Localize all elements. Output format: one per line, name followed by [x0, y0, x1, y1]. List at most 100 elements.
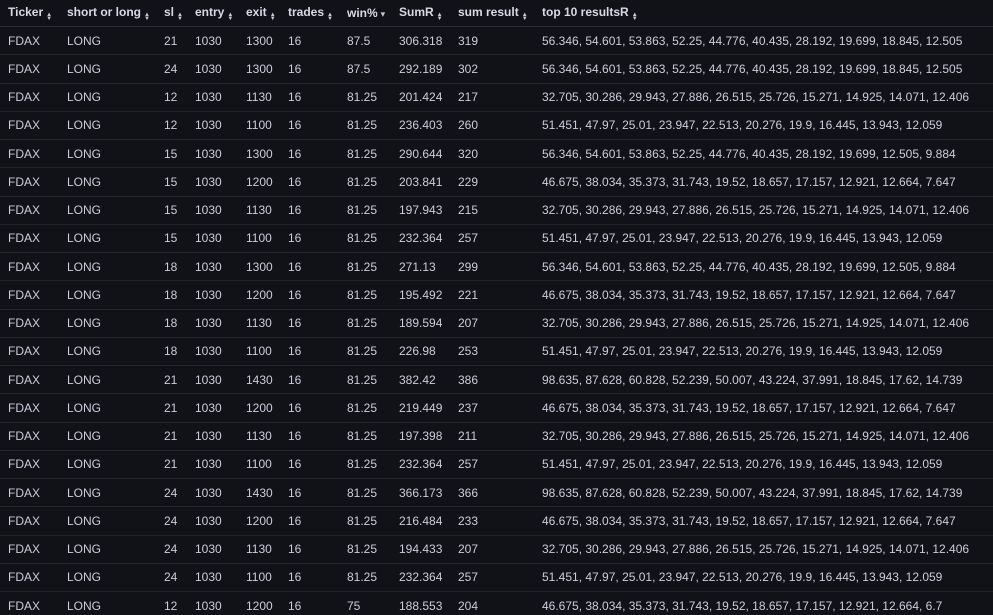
cell-entry: 1030: [187, 563, 238, 593]
table-row: FDAX LONG 15 1030 1300 16 81.25 290.644 320 56.34…: [0, 139, 993, 169]
sort-down-arrow-icon: ▼: [46, 16, 53, 22]
cell-top-10-resultsr: 51.451, 47.97, 25.01, 23.947, 22.513, 20…: [534, 450, 993, 480]
cell-top-10-resultsr: 98.635, 87.628, 60.828, 52.239, 50.007, …: [534, 365, 993, 395]
column-header-top-10-resultsr[interactable]: top 10 resultsR ▲ ▼: [534, 0, 993, 27]
cell-ticker: FDAX: [0, 506, 59, 536]
cell-short-or-long: LONG: [59, 252, 156, 282]
column-header-short-or-long[interactable]: short or long ▲ ▼: [59, 0, 156, 27]
cell-win: 81.25: [339, 83, 391, 112]
cell-sum-result: 257: [450, 224, 534, 254]
column-header-entry[interactable]: entry ▲ ▼: [187, 0, 238, 27]
table-row: FDAX LONG 18 1030 1300 16 81.25 271.13 299 56.346…: [0, 252, 993, 282]
sort-down-arrow-icon: ▼: [144, 16, 150, 22]
cell-short-or-long: LONG: [59, 111, 156, 141]
cell-entry: 1030: [187, 393, 238, 423]
cell-ticker: FDAX: [0, 337, 59, 367]
cell-exit: 1200: [238, 393, 280, 423]
sort-down-arrow-icon: ▼: [521, 16, 528, 22]
table-row: FDAX LONG 24 1030 1100 16 81.25 232.364 257 51.45…: [0, 563, 993, 593]
cell-sum-result: 207: [450, 535, 534, 564]
cell-sumr: 195.492: [391, 280, 450, 310]
cell-ticker: FDAX: [0, 563, 59, 593]
cell-win: 81.25: [339, 422, 391, 451]
cell-entry: 1030: [187, 506, 238, 536]
cell-short-or-long: LONG: [59, 563, 156, 593]
cell-trades: 16: [280, 535, 339, 564]
table-row: FDAX LONG 12 1030 1200 16 75 188.553 204 46.675, …: [0, 591, 993, 615]
cell-exit: 1100: [238, 337, 280, 367]
cell-win: 81.25: [339, 252, 391, 282]
cell-trades: 16: [280, 111, 339, 141]
cell-entry: 1030: [187, 83, 238, 112]
cell-win: 81.25: [339, 224, 391, 254]
cell-short-or-long: LONG: [59, 337, 156, 367]
cell-sumr: 189.594: [391, 309, 450, 338]
table-row: FDAX LONG 21 1030 1200 16 81.25 219.449 237 46.67…: [0, 393, 993, 423]
cell-entry: 1030: [187, 309, 238, 338]
sort-both-icon: ▲ ▼: [437, 12, 443, 22]
column-header-sumr[interactable]: SumR ▲ ▼: [391, 0, 450, 27]
table-row: FDAX LONG 21 1030 1430 16 81.25 382.42 386 98.635…: [0, 365, 993, 395]
cell-sum-result: 320: [450, 139, 534, 169]
cell-trades: 16: [280, 139, 339, 169]
column-header-trades[interactable]: trades ▲ ▼: [280, 0, 339, 27]
cell-sl: 21: [156, 393, 187, 423]
cell-ticker: FDAX: [0, 450, 59, 480]
table-row: FDAX LONG 15 1030 1100 16 81.25 232.364 257 51.45…: [0, 224, 993, 254]
cell-entry: 1030: [187, 365, 238, 395]
cell-entry: 1030: [187, 196, 238, 225]
column-header-sl[interactable]: sl ▲ ▼: [156, 0, 187, 27]
column-header-win[interactable]: win% ▾: [339, 0, 391, 27]
cell-win: 81.25: [339, 563, 391, 593]
cell-entry: 1030: [187, 224, 238, 254]
cell-entry: 1030: [187, 478, 238, 508]
cell-sl: 15: [156, 167, 187, 197]
cell-sl: 21: [156, 26, 187, 56]
cell-ticker: FDAX: [0, 478, 59, 508]
cell-exit: 1200: [238, 591, 280, 615]
table-row: FDAX LONG 18 1030 1200 16 81.25 195.492 221 46.67…: [0, 280, 993, 310]
table-row: FDAX LONG 21 1030 1100 16 81.25 232.364 257 51.45…: [0, 450, 993, 480]
column-header-sum-result[interactable]: sum result ▲ ▼: [450, 0, 534, 27]
cell-trades: 16: [280, 422, 339, 451]
cell-sl: 12: [156, 111, 187, 141]
cell-sl: 15: [156, 139, 187, 169]
cell-win: 87.5: [339, 54, 391, 84]
cell-trades: 16: [280, 252, 339, 282]
cell-win: 81.25: [339, 365, 391, 395]
column-header-exit[interactable]: exit ▲ ▼: [238, 0, 280, 27]
cell-sumr: 232.364: [391, 450, 450, 480]
cell-ticker: FDAX: [0, 139, 59, 169]
sort-both-icon: ▲ ▼: [144, 12, 150, 22]
column-header-ticker[interactable]: Ticker ▲ ▼: [0, 0, 59, 27]
cell-trades: 16: [280, 26, 339, 56]
column-header-label: trades: [288, 5, 325, 19]
cell-ticker: FDAX: [0, 26, 59, 56]
cell-sum-result: 217: [450, 83, 534, 112]
cell-trades: 16: [280, 196, 339, 225]
table-header: Ticker ▲ ▼ short or long ▲ ▼ sl ▲ ▼ entry ▲ ▼ exit ▲ ▼…: [0, 0, 993, 27]
cell-sum-result: 215: [450, 196, 534, 225]
sort-both-icon: ▲ ▼: [521, 12, 528, 22]
cell-win: 81.25: [339, 167, 391, 197]
cell-win: 81.25: [339, 196, 391, 225]
column-header-label: short or long: [67, 5, 141, 19]
sort-both-icon: ▲ ▼: [177, 12, 183, 22]
cell-entry: 1030: [187, 26, 238, 56]
cell-short-or-long: LONG: [59, 167, 156, 197]
cell-entry: 1030: [187, 167, 238, 197]
cell-entry: 1030: [187, 591, 238, 615]
cell-entry: 1030: [187, 280, 238, 310]
cell-exit: 1130: [238, 422, 280, 451]
cell-exit: 1130: [238, 309, 280, 338]
table-body: FDAX LONG 21 1030 1300 16 87.5 306.318 319 56.346…: [0, 26, 993, 615]
cell-win: 81.25: [339, 111, 391, 141]
cell-top-10-resultsr: 56.346, 54.601, 53.863, 52.25, 44.776, 4…: [534, 54, 993, 84]
cell-trades: 16: [280, 506, 339, 536]
cell-ticker: FDAX: [0, 196, 59, 225]
column-header-label: win%: [347, 6, 378, 20]
cell-exit: 1200: [238, 506, 280, 536]
cell-exit: 1200: [238, 167, 280, 197]
cell-top-10-resultsr: 46.675, 38.034, 35.373, 31.743, 19.52, 1…: [534, 393, 993, 423]
cell-top-10-resultsr: 32.705, 30.286, 29.943, 27.886, 26.515, …: [534, 309, 993, 338]
